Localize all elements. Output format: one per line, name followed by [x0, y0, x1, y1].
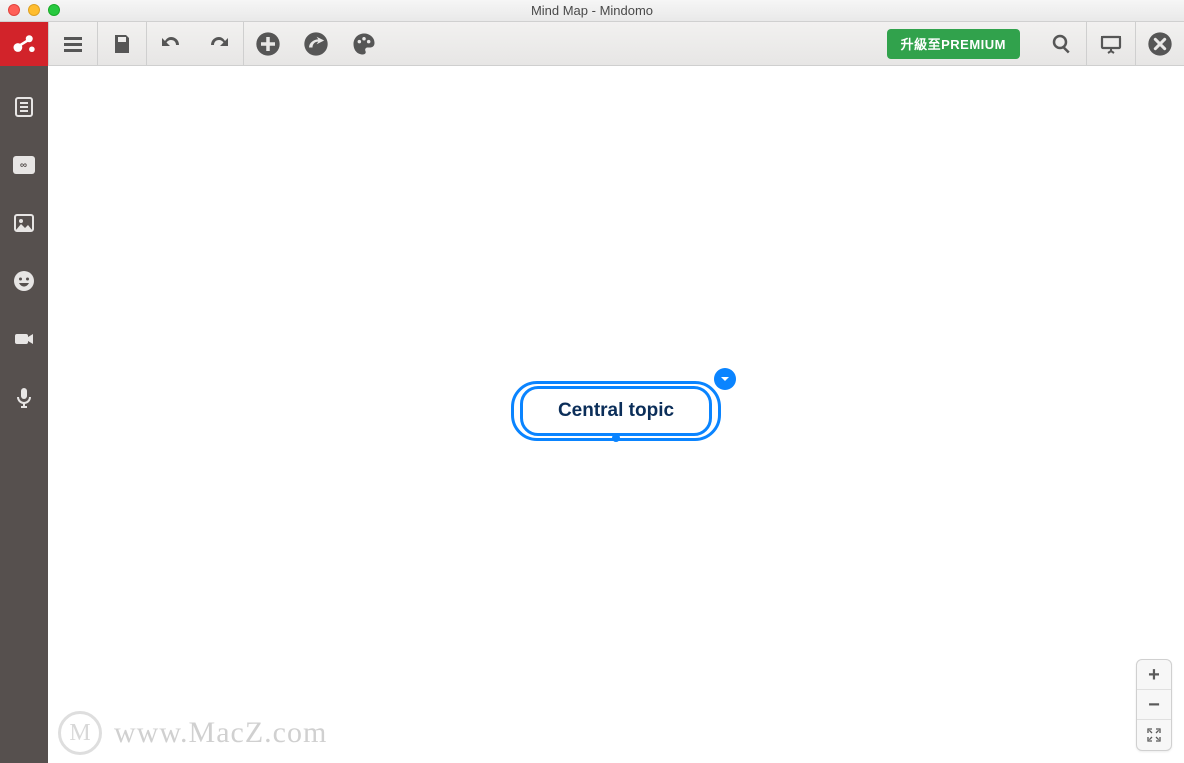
close-circle-icon [1146, 30, 1174, 58]
window-controls [8, 4, 60, 16]
left-sidebar: ∞ [0, 66, 48, 763]
video-button[interactable] [9, 324, 39, 354]
plus-circle-icon [254, 30, 282, 58]
menu-icon [61, 32, 85, 56]
redo-icon [207, 32, 231, 56]
image-button[interactable] [9, 208, 39, 238]
search-button[interactable] [1038, 22, 1086, 66]
mindmap-canvas[interactable]: Central topic + − M www.MacZ.com [48, 66, 1184, 763]
node-dropdown-button[interactable] [714, 368, 736, 390]
main-toolbar: 升級至PREMIUM [0, 22, 1184, 66]
present-button[interactable] [1087, 22, 1135, 66]
audio-button[interactable] [9, 382, 39, 412]
palette-icon [350, 30, 378, 58]
zoom-controls: + − [1136, 659, 1172, 751]
zoom-out-button[interactable]: − [1137, 690, 1171, 720]
redo-button[interactable] [203, 28, 235, 60]
central-topic-text: Central topic [558, 400, 674, 422]
add-topic-button[interactable] [252, 28, 284, 60]
notes-button[interactable] [9, 92, 39, 122]
save-icon [110, 32, 134, 56]
add-relationship-button[interactable] [300, 28, 332, 60]
hyperlink-button[interactable]: ∞ [9, 150, 39, 180]
emoji-button[interactable] [9, 266, 39, 296]
upgrade-premium-label: 升級至PREMIUM [901, 34, 1006, 53]
theme-button[interactable] [348, 28, 380, 60]
central-topic-node[interactable]: Central topic [520, 386, 712, 436]
relationship-icon [302, 30, 330, 58]
smiley-icon [12, 269, 36, 293]
presentation-icon [1099, 32, 1123, 56]
microphone-icon [12, 385, 36, 409]
undo-icon [159, 32, 183, 56]
video-icon [12, 327, 36, 351]
close-panel-button[interactable] [1136, 22, 1184, 66]
node-connector-handle[interactable] [612, 434, 620, 442]
plus-icon: + [1148, 665, 1160, 685]
minus-icon: − [1148, 695, 1160, 715]
window-maximize-button[interactable] [48, 4, 60, 16]
watermark: M www.MacZ.com [58, 711, 327, 755]
save-button[interactable] [106, 28, 138, 60]
app-logo[interactable] [0, 22, 48, 66]
link-icon: ∞ [13, 156, 35, 174]
watermark-badge: M [58, 711, 102, 755]
notes-icon [12, 95, 36, 119]
search-icon [1050, 32, 1074, 56]
fit-screen-icon [1146, 727, 1162, 743]
window-minimize-button[interactable] [28, 4, 40, 16]
undo-button[interactable] [155, 28, 187, 60]
chevron-down-icon [720, 374, 730, 384]
window-title: Mind Map - Mindomo [531, 3, 653, 18]
image-icon [12, 211, 36, 235]
menu-button[interactable] [57, 28, 89, 60]
window-titlebar: Mind Map - Mindomo [0, 0, 1184, 22]
window-close-button[interactable] [8, 4, 20, 16]
zoom-in-button[interactable]: + [1137, 660, 1171, 690]
fit-to-screen-button[interactable] [1137, 720, 1171, 750]
upgrade-premium-button[interactable]: 升級至PREMIUM [887, 29, 1020, 59]
watermark-text: www.MacZ.com [114, 716, 327, 750]
